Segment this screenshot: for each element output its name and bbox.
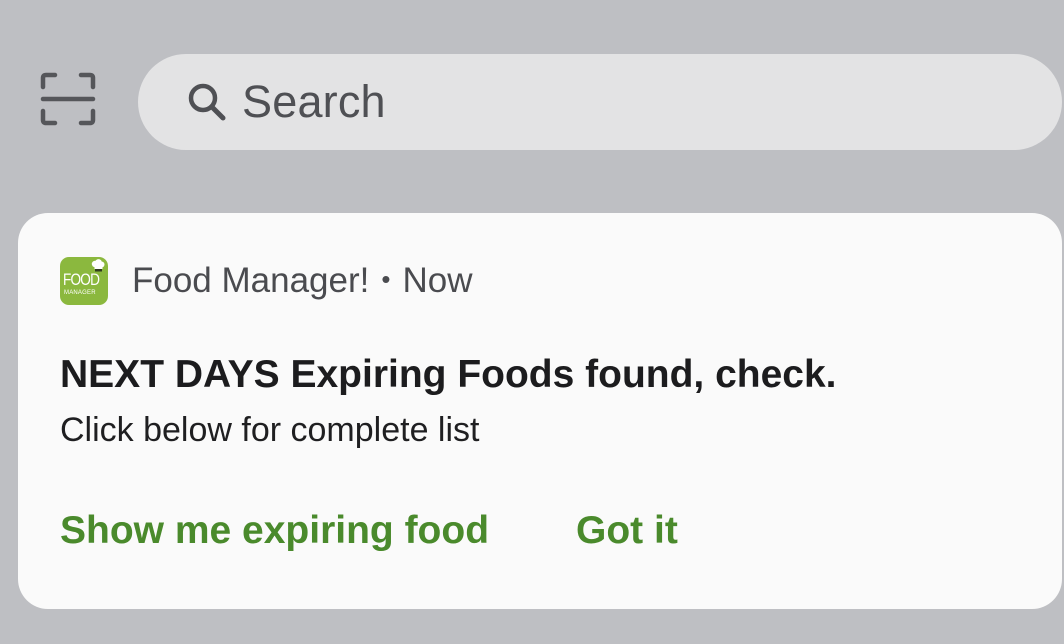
notification-body: Click below for complete list	[60, 411, 480, 449]
show-expiring-food-button[interactable]: Show me expiring food	[60, 509, 489, 553]
search-bar[interactable]: Search	[138, 54, 1062, 150]
scan-button[interactable]	[38, 72, 98, 131]
scan-frame-icon	[40, 72, 96, 131]
notification-title: NEXT DAYS Expiring Foods found, check.	[60, 353, 837, 396]
app-logo-subtext: MANAGER	[64, 290, 96, 296]
notification-header: FOOD MANAGER Food Manager! • Now	[60, 255, 473, 307]
notification-app-name: Food Manager!	[132, 261, 370, 300]
search-placeholder: Search	[242, 76, 386, 127]
notification-card[interactable]: FOOD MANAGER Food Manager! • Now NEXT DA…	[18, 213, 1062, 609]
app-logo-text: FOOD	[63, 270, 100, 289]
food-manager-app-icon: FOOD MANAGER	[60, 257, 108, 305]
notification-separator: •	[381, 263, 391, 294]
got-it-button[interactable]: Got it	[576, 509, 678, 553]
notification-time: Now	[402, 261, 473, 300]
search-icon	[186, 81, 228, 123]
